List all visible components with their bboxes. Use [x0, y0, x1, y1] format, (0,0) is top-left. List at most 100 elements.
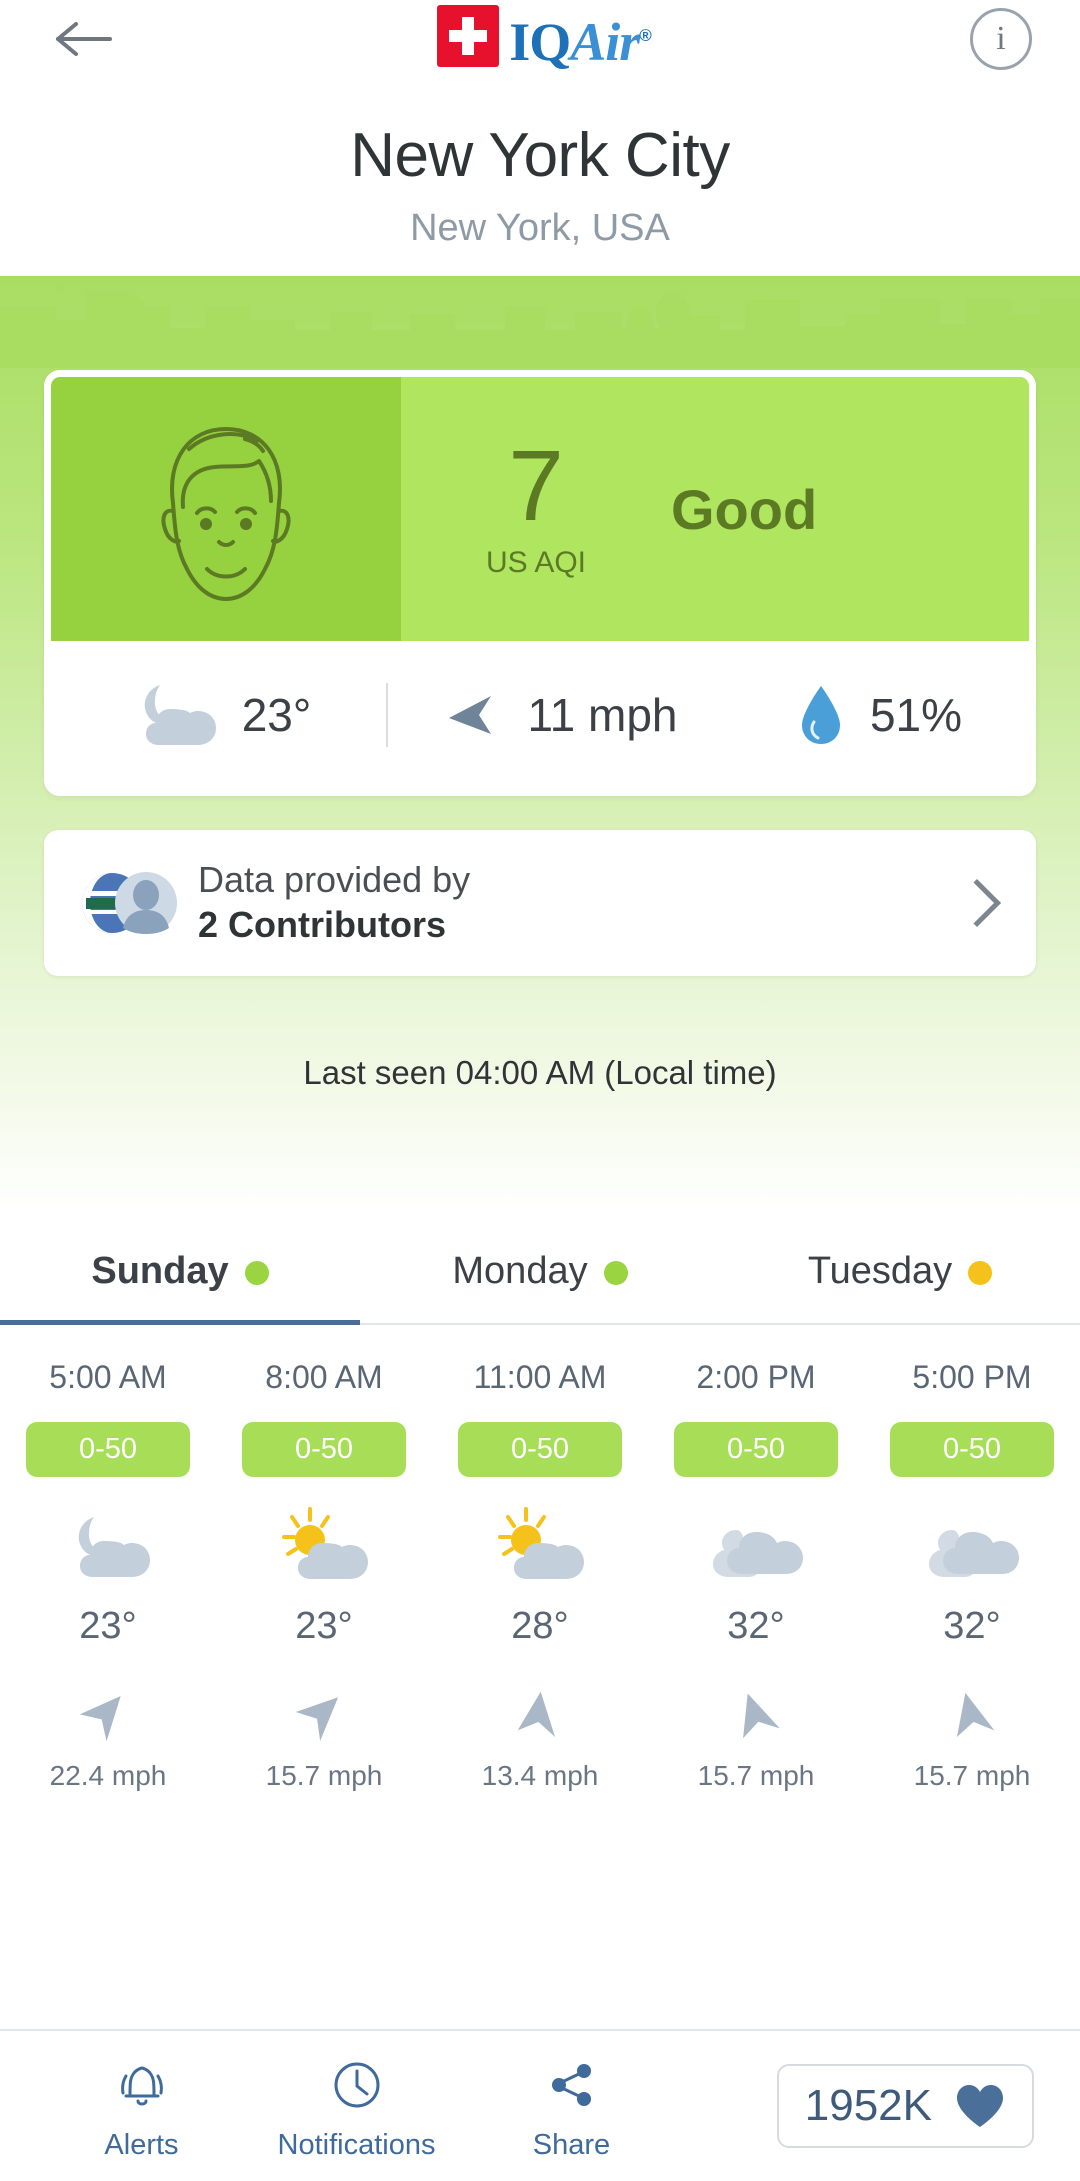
sun-cloud-icon — [282, 1507, 368, 1579]
aqi-value: 7 — [508, 429, 564, 542]
aqi-card[interactable]: 7 US AQI Good 23° 11 mph 51% — [44, 370, 1036, 796]
aqi-category: Good — [671, 477, 818, 541]
forecast-wind-direction-icon — [432, 1670, 648, 1756]
location-header: New York City New York, USA — [0, 78, 1080, 250]
tab-monday[interactable]: Monday — [360, 1212, 720, 1323]
aqi-value-panel: 7 US AQI Good — [401, 377, 1029, 641]
back-button[interactable] — [48, 4, 118, 74]
forecast-aqi-badge: 0-50 — [890, 1422, 1054, 1477]
clock-icon — [249, 2051, 464, 2119]
notifications-button[interactable]: Notifications — [249, 2051, 464, 2162]
forecast-aqi-badge: 0-50 — [242, 1422, 406, 1477]
forecast-weather-icon — [432, 1499, 648, 1595]
forecast-aqi-badge: 0-50 — [674, 1422, 838, 1477]
forecast-wind-speed: 13.4 mph — [481, 1760, 599, 1791]
aqi-unit-label: US AQI — [485, 545, 587, 579]
tab-sunday-dot — [244, 1260, 269, 1285]
arrow-left-icon — [56, 22, 112, 56]
forecast-temperature: 23° — [295, 1605, 353, 1647]
wind-value: 11 mph — [527, 689, 678, 741]
forecast-time: 8:00 AM — [265, 1359, 383, 1395]
forecast-wind-direction-icon — [864, 1670, 1080, 1756]
moon-cloud-icon — [78, 1517, 150, 1577]
heart-icon — [957, 2085, 1003, 2127]
forecast-time: 5:00 PM — [912, 1359, 1032, 1395]
cloud-icon — [929, 1530, 1019, 1577]
share-button[interactable]: Share — [464, 2051, 679, 2162]
forecast-weather-icon — [864, 1499, 1080, 1595]
info-button[interactable]: i — [969, 8, 1032, 70]
tab-sunday-label: Sunday — [91, 1250, 229, 1292]
top-bar: IQAir® i — [0, 0, 1080, 78]
contributors-line2: 2 Contributors — [198, 904, 446, 946]
forecast-wind-direction-icon — [0, 1670, 216, 1756]
forecast-wind-speed: 15.7 mph — [265, 1760, 383, 1791]
alerts-button[interactable]: Alerts — [34, 2051, 249, 2162]
bottom-action-bar: Alerts Notifications Share 1952K — [0, 2029, 1080, 2181]
tab-tuesday-label: Tuesday — [807, 1250, 953, 1292]
forecast-hour-column[interactable]: 5:00 PM 0-50 32° 15.7 mph — [864, 1359, 1080, 1792]
info-icon: i — [996, 20, 1006, 57]
forecast-weather-icon — [648, 1499, 864, 1595]
cloud-icon — [713, 1530, 803, 1577]
logo-air: Air — [570, 12, 640, 72]
contributors-card[interactable]: Data provided by 2 Contributors — [44, 830, 1036, 976]
tab-sunday[interactable]: Sunday — [0, 1212, 360, 1325]
forecast-temperature: 28° — [511, 1605, 569, 1647]
humidity-value: 51% — [869, 689, 963, 741]
forecast-temperature: 32° — [727, 1605, 785, 1647]
weather-row: 23° 11 mph 51% — [51, 641, 1029, 789]
forecast-section: Sunday Monday Tuesday 5:00 AM 0-50 23° 22.4… — [0, 1212, 1080, 1818]
city-region: New York, USA — [410, 207, 670, 249]
bell-icon — [34, 2051, 249, 2119]
skyline-graphic — [0, 278, 1080, 368]
forecast-wind-speed: 15.7 mph — [697, 1760, 815, 1791]
wind-direction-icon — [449, 696, 492, 734]
contributors-line1: Data provided by — [198, 859, 471, 901]
forecast-hour-column[interactable]: 2:00 PM 0-50 32° 15.7 mph — [648, 1359, 864, 1792]
city-name: New York City — [350, 121, 730, 190]
forecast-hour-column[interactable]: 5:00 AM 0-50 23° 22.4 mph — [0, 1359, 216, 1792]
forecast-time: 5:00 AM — [49, 1359, 167, 1395]
logo-wordmark: IQAir® — [509, 5, 652, 73]
tab-monday-dot — [603, 1260, 628, 1285]
forecast-weather-icon — [0, 1499, 216, 1595]
aqi-card-top: 7 US AQI Good — [51, 377, 1029, 641]
aqi-face-panel — [51, 377, 401, 641]
share-label: Share — [532, 2128, 611, 2161]
day-tabs: Sunday Monday Tuesday — [0, 1212, 1080, 1325]
tab-monday-label: Monday — [452, 1250, 588, 1292]
forecast-wind-speed: 15.7 mph — [913, 1760, 1031, 1791]
like-button[interactable]: 1952K — [776, 2064, 1034, 2148]
hero-section: 7 US AQI Good 23° 11 mph 51% Data provid… — [0, 276, 1080, 1212]
tab-tuesday-dot — [968, 1260, 993, 1285]
forecast-temperature: 32° — [943, 1605, 1001, 1647]
forecast-hour-column[interactable]: 8:00 AM 0-50 23° 15.7 mph — [216, 1359, 432, 1792]
last-seen-label: Last seen 04:00 AM (Local time) — [303, 1054, 777, 1091]
tab-tuesday[interactable]: Tuesday — [720, 1212, 1080, 1323]
forecast-wind-direction-icon — [648, 1670, 864, 1756]
logo-iq: IQ — [509, 12, 571, 72]
moon-cloud-icon — [144, 685, 216, 745]
like-count: 1952K — [804, 2081, 932, 2130]
forecast-weather-icon — [216, 1499, 432, 1595]
alerts-label: Alerts — [104, 2128, 179, 2161]
forecast-hour-column[interactable]: 11:00 AM 0-50 28° 13.4 mph — [432, 1359, 648, 1792]
water-drop-icon — [801, 686, 840, 744]
humidity-group: 51% — [729, 682, 1029, 748]
hourly-forecast-row[interactable]: 5:00 AM 0-50 23° 22.4 mph 8:00 AM 0-50 23° 15.7… — [0, 1325, 1080, 1818]
forecast-aqi-badge: 0-50 — [458, 1422, 622, 1477]
forecast-aqi-badge: 0-50 — [26, 1422, 190, 1477]
share-icon — [464, 2051, 679, 2119]
forecast-wind-direction-icon — [216, 1670, 432, 1756]
happy-face-icon — [161, 427, 291, 601]
temperature-value: 23° — [241, 689, 312, 741]
contributors-avatars-icon — [78, 866, 182, 940]
forecast-time: 11:00 AM — [473, 1359, 607, 1395]
iqair-logo: IQAir® — [437, 5, 652, 73]
swiss-flag-icon — [437, 5, 500, 67]
chevron-right-icon — [952, 878, 1002, 928]
forecast-wind-speed: 22.4 mph — [49, 1760, 167, 1791]
wind-group: 11 mph — [388, 684, 729, 746]
forecast-time: 2:00 PM — [696, 1359, 816, 1395]
